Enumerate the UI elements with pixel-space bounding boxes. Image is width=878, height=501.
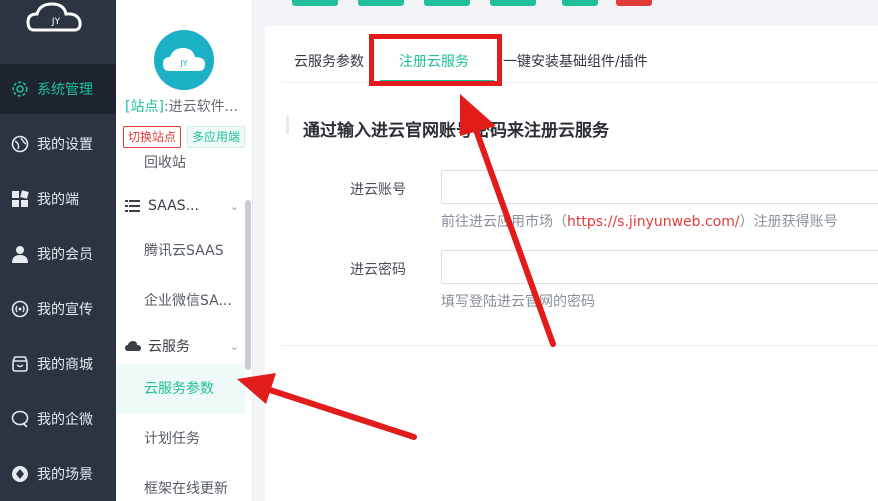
top-button[interactable] [616,0,652,6]
chat-icon [10,409,30,429]
sidebar-group-saas[interactable]: SAAS... ⌄ [125,198,239,214]
section-title: 通过输入进云官网账号密码来注册云服务 [303,121,609,141]
nav-label: 我的会员 [37,247,93,263]
group-label: SAAS... [148,198,199,214]
logo-text: JY [51,17,61,27]
cloud-logo-icon: JY [26,0,86,36]
form-divider [282,345,878,346]
section-marker [286,116,289,134]
cloud-icon [125,340,141,352]
chevron-down-icon: ⌄ [229,199,239,213]
chevron-down-icon: ⌄ [229,339,239,353]
grid-icon [10,189,30,209]
highlight-box [369,34,502,86]
sidebar-item-schedule[interactable]: 计划任务 [144,428,200,448]
jinyun-market-link[interactable]: https://s.jinyunweb.com/ [567,214,740,230]
nav-item-store[interactable]: 我的商城 [0,339,116,389]
multi-app-button[interactable]: 多应用端 [187,126,246,148]
account-label: 进云账号 [350,182,406,198]
sidebar-item-cloud-params[interactable]: 云服务参数 [144,378,214,398]
switch-site-button[interactable]: 切换站点 [123,126,182,148]
nav-label: 我的商城 [37,357,93,373]
tab-cloud-params[interactable]: 云服务参数 [294,51,364,71]
nav-item-scene[interactable]: 我的场景 [0,449,116,499]
sidebar-scrollbar[interactable] [245,200,251,370]
sidebar-item-framework-update[interactable]: 框架在线更新 [144,478,228,498]
nav-label: 我的设置 [37,137,93,153]
top-button[interactable] [490,0,536,6]
main-nav: JY 系统管理 我的设置 我的端 我的会员 我的宣传 我的商城 我的企微 我的场… [0,0,116,501]
store-icon [10,354,30,374]
top-button[interactable] [292,0,338,6]
nav-item-wecom[interactable]: 我的企微 [0,394,116,444]
nav-item-system[interactable]: 系统管理 [0,64,116,114]
nav-item-terminal[interactable]: 我的端 [0,174,116,224]
list-icon [125,200,141,212]
sidebar-item-tencent-saas[interactable]: 腾讯云SAAS [144,240,224,260]
sub-nav: JY [站点]:进云软件... 切换站点 多应用端 回收站 SAAS... ⌄ … [116,0,253,501]
nav-label: 系统管理 [37,82,93,98]
broadcast-icon [10,299,30,319]
top-button[interactable] [358,0,404,6]
top-button[interactable] [562,0,598,6]
globe-icon [10,134,30,154]
tab-install-components[interactable]: 一键安装基础组件/插件 [503,51,648,71]
sidebar-item-wechat-saas[interactable]: 企业微信SA... [144,290,232,310]
diamond-icon [10,464,30,484]
account-input[interactable] [441,170,878,204]
nav-label: 我的端 [37,192,79,208]
user-icon [10,244,30,264]
group-label: 云服务 [148,339,190,355]
nav-label: 我的宣传 [37,302,93,318]
gear-icon [10,79,30,99]
sidebar-item-recycle[interactable]: 回收站 [144,152,186,172]
nav-item-members[interactable]: 我的会员 [0,229,116,279]
account-hint: 前往进云应用市场（https://s.jinyunweb.com/）注册获得账号 [441,214,838,230]
password-hint: 填写登陆进云官网的密码 [441,294,595,310]
nav-item-promotion[interactable]: 我的宣传 [0,284,116,334]
password-label: 进云密码 [350,262,406,278]
nav-label: 我的场景 [37,467,93,483]
sidebar-group-cloud[interactable]: 云服务 ⌄ [125,336,239,356]
site-avatar: JY [154,30,214,90]
site-name: [站点]:进云软件... [125,99,239,115]
avatar-text: JY [179,59,187,68]
password-input[interactable] [441,250,878,284]
nav-item-settings[interactable]: 我的设置 [0,119,116,169]
top-button[interactable] [424,0,470,6]
nav-label: 我的企微 [37,412,93,428]
cloud-icon: JY [163,48,205,71]
